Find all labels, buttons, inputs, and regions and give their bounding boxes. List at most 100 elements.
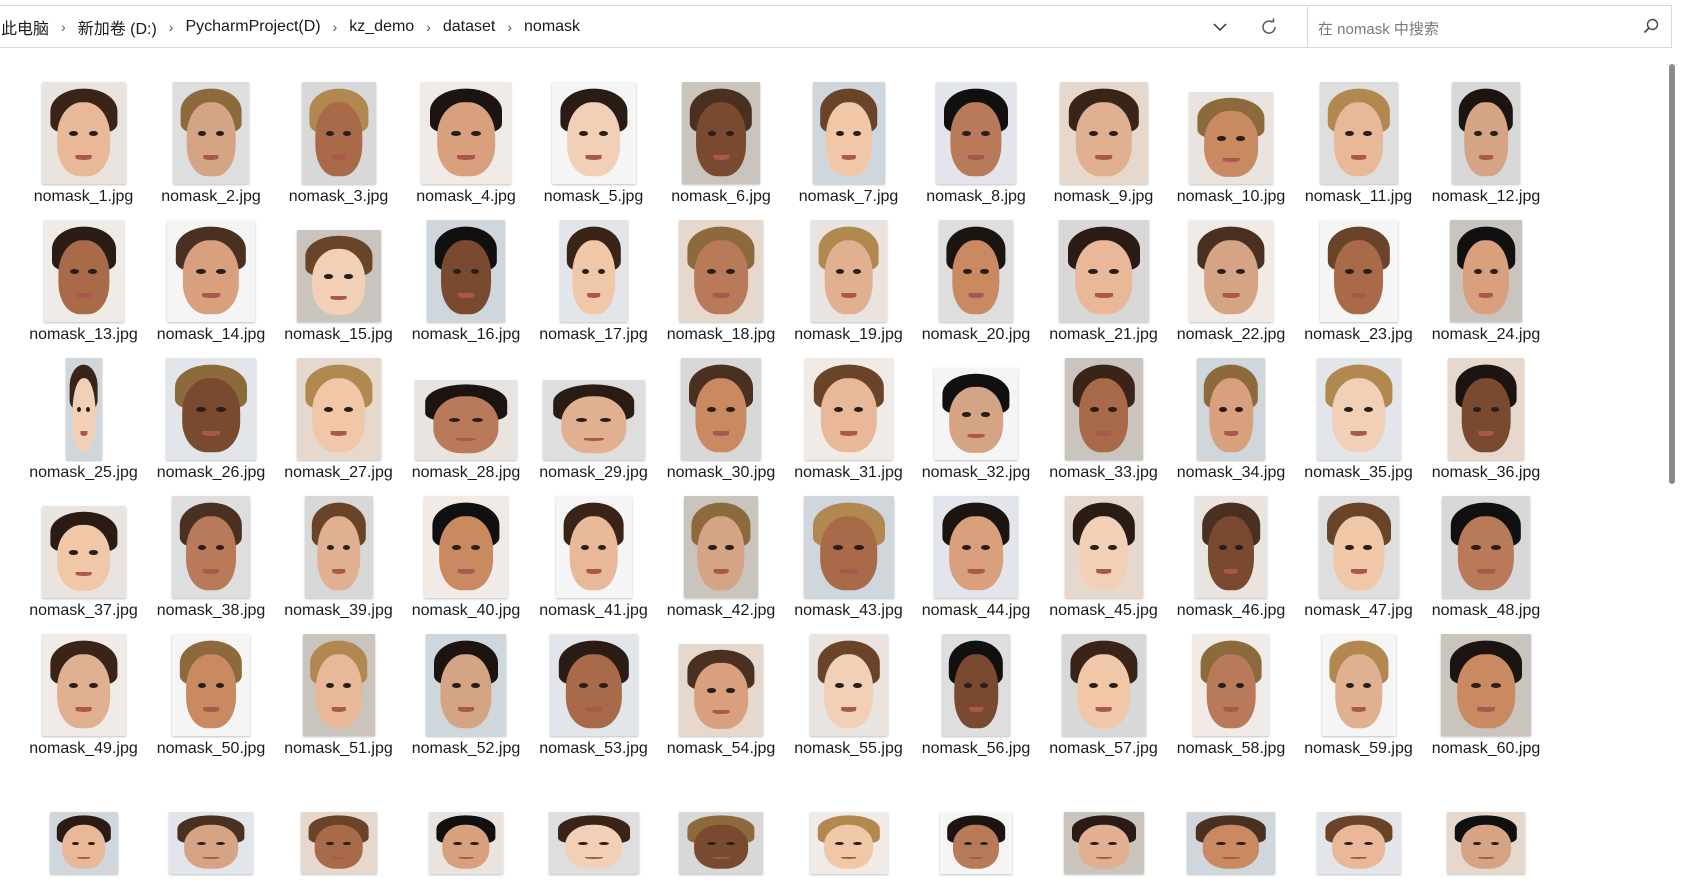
file-item[interactable] [653,754,790,880]
file-item[interactable] [143,754,280,880]
file-item[interactable]: nomask_52.jpg [398,616,535,764]
file-item[interactable]: nomask_60.jpg [1418,616,1555,764]
file-item[interactable]: nomask_5.jpg [525,64,662,212]
breadcrumb-separator-icon[interactable]: › [418,19,439,35]
file-item[interactable]: nomask_53.jpg [525,616,662,764]
file-item[interactable]: nomask_39.jpg [270,478,407,626]
file-item[interactable]: nomask_3.jpg [270,64,407,212]
refresh-icon[interactable] [1257,15,1281,39]
address-bar[interactable]: 此电脑 › 新加卷 (D:) › PycharmProject(D) › kz_… [0,5,1312,48]
search-icon[interactable] [1643,18,1661,36]
file-item[interactable]: nomask_36.jpg [1418,340,1555,488]
file-item[interactable]: nomask_22.jpg [1163,202,1300,350]
file-item[interactable]: nomask_25.jpg [15,340,152,488]
breadcrumb-kz-demo[interactable]: kz_demo [345,18,418,36]
thumbnail-area [1163,616,1300,736]
file-item[interactable]: nomask_14.jpg [143,202,280,350]
breadcrumb-separator-icon[interactable]: › [53,19,74,35]
file-item[interactable]: nomask_15.jpg [270,202,407,350]
file-item[interactable]: nomask_45.jpg [1035,478,1172,626]
file-item[interactable]: nomask_13.jpg [15,202,152,350]
file-item[interactable]: nomask_28.jpg [398,340,535,488]
file-item[interactable]: nomask_33.jpg [1035,340,1172,488]
file-item[interactable] [1163,754,1300,880]
file-item[interactable]: nomask_54.jpg [653,616,790,764]
file-item[interactable]: nomask_50.jpg [143,616,280,764]
file-item[interactable]: nomask_12.jpg [1418,64,1555,212]
file-item[interactable]: nomask_23.jpg [1290,202,1427,350]
file-item[interactable]: nomask_37.jpg [15,478,152,626]
file-item[interactable]: nomask_1.jpg [15,64,152,212]
breadcrumb-drive-d[interactable]: 新加卷 (D:) [74,15,161,39]
file-item[interactable]: nomask_32.jpg [908,340,1045,488]
breadcrumb-nomask[interactable]: nomask [520,18,584,36]
file-item[interactable]: nomask_43.jpg [780,478,917,626]
file-item[interactable]: nomask_42.jpg [653,478,790,626]
image-thumbnail [542,380,645,460]
file-item[interactable]: nomask_27.jpg [270,340,407,488]
file-item[interactable]: nomask_41.jpg [525,478,662,626]
file-item[interactable]: nomask_21.jpg [1035,202,1172,350]
file-item[interactable]: nomask_31.jpg [780,340,917,488]
file-item[interactable]: nomask_58.jpg [1163,616,1300,764]
breadcrumb-this-pc[interactable]: 此电脑 [0,15,53,39]
file-item[interactable]: nomask_26.jpg [143,340,280,488]
image-thumbnail [1064,496,1143,598]
file-item[interactable]: nomask_38.jpg [143,478,280,626]
thumbnail-area [270,616,407,736]
breadcrumb-separator-icon[interactable]: › [325,19,346,35]
file-item[interactable]: nomask_16.jpg [398,202,535,350]
file-item[interactable] [15,754,152,880]
file-item[interactable]: nomask_11.jpg [1290,64,1427,212]
file-item[interactable]: nomask_59.jpg [1290,616,1427,764]
thumbnail-area [525,340,662,460]
file-item[interactable]: nomask_7.jpg [780,64,917,212]
file-item[interactable]: nomask_10.jpg [1163,64,1300,212]
file-item[interactable]: nomask_48.jpg [1418,478,1555,626]
file-item[interactable]: nomask_44.jpg [908,478,1045,626]
file-item[interactable] [398,754,535,880]
file-item[interactable] [1035,754,1172,880]
thumbnail-area [525,754,662,874]
file-item[interactable]: nomask_29.jpg [525,340,662,488]
file-item[interactable]: nomask_51.jpg [270,616,407,764]
file-item[interactable]: nomask_40.jpg [398,478,535,626]
chevron-down-icon[interactable] [1209,16,1231,38]
image-thumbnail [942,634,1010,736]
file-item[interactable]: nomask_8.jpg [908,64,1045,212]
file-item[interactable]: nomask_46.jpg [1163,478,1300,626]
file-item[interactable]: nomask_55.jpg [780,616,917,764]
file-item[interactable]: nomask_9.jpg [1035,64,1172,212]
file-item[interactable] [780,754,917,880]
file-item[interactable]: nomask_2.jpg [143,64,280,212]
file-item[interactable]: nomask_17.jpg [525,202,662,350]
file-item[interactable]: nomask_20.jpg [908,202,1045,350]
image-thumbnail [1319,82,1398,184]
file-item[interactable]: nomask_18.jpg [653,202,790,350]
file-item[interactable]: nomask_24.jpg [1418,202,1555,350]
file-item[interactable]: nomask_35.jpg [1290,340,1427,488]
file-item[interactable] [1418,754,1555,880]
file-item[interactable]: nomask_6.jpg [653,64,790,212]
file-item[interactable] [270,754,407,880]
file-item[interactable] [908,754,1045,880]
file-item[interactable] [525,754,662,880]
file-item[interactable]: nomask_19.jpg [780,202,917,350]
file-item[interactable] [1290,754,1427,880]
file-item[interactable]: nomask_56.jpg [908,616,1045,764]
file-item[interactable]: nomask_49.jpg [15,616,152,764]
image-thumbnail [172,496,250,598]
file-item[interactable]: nomask_34.jpg [1163,340,1300,488]
thumbnail-area [15,754,152,874]
thumbnail-area [908,754,1045,874]
search-input[interactable]: 在 nomask 中搜索 [1307,5,1672,48]
file-item[interactable]: nomask_4.jpg [398,64,535,212]
breadcrumb-separator-icon[interactable]: › [499,19,520,35]
breadcrumb-separator-icon[interactable]: › [161,19,182,35]
breadcrumb-pycharmproject[interactable]: PycharmProject(D) [181,18,324,36]
file-item[interactable]: nomask_30.jpg [653,340,790,488]
file-item[interactable]: nomask_47.jpg [1290,478,1427,626]
breadcrumb-dataset[interactable]: dataset [439,18,499,36]
file-item[interactable]: nomask_57.jpg [1035,616,1172,764]
scrollbar-thumb[interactable] [1669,64,1675,484]
